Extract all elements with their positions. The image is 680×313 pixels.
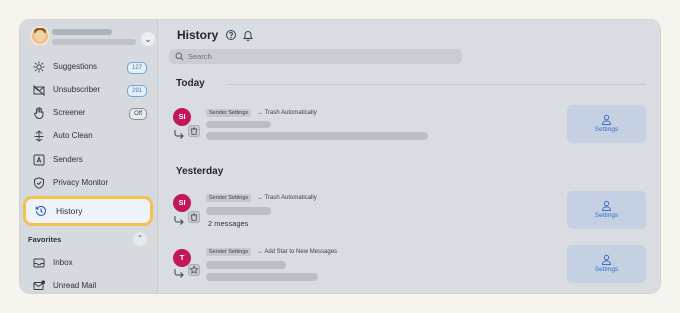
trash-icon	[188, 125, 200, 137]
search-icon	[175, 52, 184, 61]
person-icon	[601, 200, 612, 211]
hand-icon	[34, 107, 44, 119]
message-count: 2 messages	[208, 219, 249, 228]
main-content: History Search Today SI Sender Settings …	[158, 20, 660, 293]
sidebar-item-label: Senders	[53, 155, 83, 164]
sidebar-item-label: Privacy Monitor	[53, 178, 109, 187]
chevron-up-icon[interactable]: ⌃	[133, 232, 147, 246]
count-badge: 127	[126, 62, 147, 74]
rule-text: → Trash Automatically	[257, 195, 317, 201]
shield-icon	[34, 177, 44, 189]
search-input[interactable]: Search	[188, 49, 212, 64]
sidebar-item-auto-clean[interactable]: Auto Clean	[26, 125, 149, 147]
sidebar-item-suggestions[interactable]: Suggestions 127	[26, 56, 149, 78]
bell-icon[interactable]	[242, 31, 254, 41]
sidebar-item-unsubscriber[interactable]: Unsubscriber 291	[26, 79, 149, 101]
rule-text: → Trash Automatically	[257, 110, 317, 116]
page-title: History	[177, 28, 219, 42]
sidebar-item-label: Screener	[53, 108, 86, 117]
section-title-today: Today	[176, 78, 205, 89]
history-icon	[35, 205, 47, 216]
star-icon	[188, 264, 200, 276]
forward-arrow-icon	[174, 269, 184, 278]
sender-settings-chip: Sender Settings	[206, 109, 252, 117]
sidebar-item-label: History	[56, 206, 83, 216]
person-icon	[601, 254, 612, 265]
sender-name-placeholder	[206, 261, 286, 269]
forward-arrow-icon	[174, 130, 184, 139]
sidebar-item-privacy-monitor[interactable]: Privacy Monitor	[26, 172, 149, 194]
favorites-title: Favorites	[28, 235, 62, 244]
senders-icon	[33, 154, 45, 166]
sparkle-icon	[33, 61, 45, 73]
sidebar-item-label: Inbox	[53, 258, 73, 267]
settings-button[interactable]: Settings	[567, 245, 646, 283]
person-icon	[601, 114, 612, 125]
sidebar-item-unread-mail[interactable]: Unread Mail	[26, 275, 149, 293]
sender-avatar: SI	[173, 194, 191, 212]
inbox-icon	[33, 258, 45, 268]
sender-name-placeholder	[206, 207, 271, 215]
sidebar-item-label: Unread Mail	[53, 281, 97, 290]
settings-button[interactable]: Settings	[567, 191, 646, 229]
title-icons	[226, 30, 254, 41]
settings-button[interactable]: Settings	[567, 105, 646, 143]
sidebar-item-inbox[interactable]: Inbox	[26, 252, 149, 274]
unread-mail-icon	[33, 280, 45, 290]
sidebar-item-label: Unsubscriber	[53, 85, 101, 94]
search-bar[interactable]: Search	[169, 49, 462, 64]
account-email-placeholder	[52, 39, 136, 45]
divider	[228, 84, 646, 85]
help-icon[interactable]	[226, 30, 236, 40]
count-badge: 291	[126, 85, 147, 97]
sender-email-placeholder	[206, 273, 318, 281]
forward-arrow-icon	[174, 216, 184, 225]
rule-text: → Add Star to New Messages	[257, 249, 338, 255]
sidebar-item-history[interactable]: History	[26, 199, 150, 223]
auto-clean-icon	[34, 130, 44, 142]
sidebar: ⌄ Suggestions 127 Unsubscriber 291 Scree…	[20, 20, 158, 293]
section-title-yesterday: Yesterday	[176, 166, 224, 177]
settings-button-label: Settings	[594, 126, 619, 133]
chevron-down-icon[interactable]: ⌄	[141, 32, 155, 46]
sender-settings-chip: Sender Settings	[206, 248, 252, 256]
trash-icon	[188, 211, 200, 223]
status-badge: Off	[129, 108, 147, 120]
sidebar-item-label: Suggestions	[53, 62, 98, 71]
account-name-placeholder	[52, 29, 112, 35]
unsubscribe-icon	[33, 85, 45, 96]
sender-avatar: SI	[173, 108, 191, 126]
account-switcher[interactable]: ⌄	[28, 26, 155, 50]
settings-button-label: Settings	[594, 266, 619, 273]
sidebar-item-label: Auto Clean	[53, 131, 93, 140]
sender-name-placeholder	[206, 121, 271, 128]
sender-settings-chip: Sender Settings	[206, 194, 252, 202]
sidebar-item-senders[interactable]: Senders	[26, 149, 149, 171]
sender-email-placeholder	[206, 132, 428, 140]
sidebar-item-screener[interactable]: Screener Off	[26, 102, 149, 124]
settings-button-label: Settings	[594, 212, 619, 219]
app-window: ⌄ Suggestions 127 Unsubscriber 291 Scree…	[20, 20, 660, 293]
avatar	[30, 26, 50, 46]
